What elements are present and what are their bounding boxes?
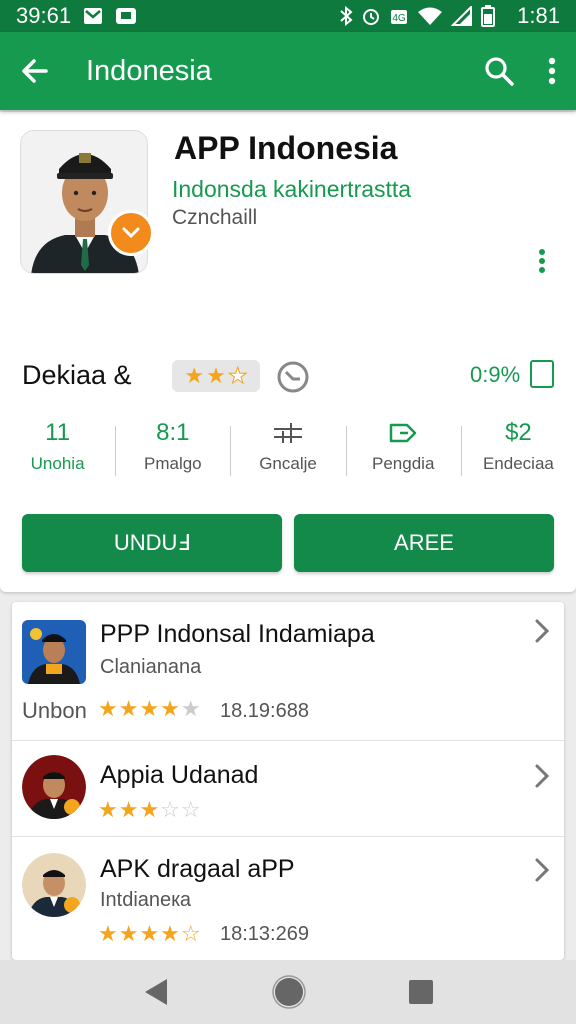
arrow-back-icon[interactable] [20, 56, 50, 86]
list-item[interactable]: Appia Udanad ★★★☆☆ [12, 740, 564, 836]
gmail-icon [84, 8, 103, 24]
list-item-meta: 18.19:688 [220, 700, 309, 722]
status-time-left: 39:61 [16, 3, 72, 28]
more-vert-icon[interactable] [548, 57, 556, 85]
rating-badge: ★ ★ ★ [172, 360, 260, 392]
stat-label: Pengdia [372, 454, 435, 473]
recents-nav-icon[interactable] [407, 978, 435, 1006]
sliders-icon [271, 418, 305, 448]
back-nav-icon[interactable] [141, 976, 171, 1008]
list-item-prefix: Unbon [22, 698, 87, 723]
stat-item: 11 Unohia [0, 418, 115, 488]
stat-value: 11 [45, 419, 71, 446]
rating-stars: ★★★☆☆ [98, 797, 202, 822]
app-developer-link[interactable]: Indonsda kakinertrastta [172, 176, 411, 203]
chevron-right-icon[interactable] [534, 857, 550, 891]
list-item[interactable]: APK dragaal aPP Intdianeкa ★★★★☆ 18:13:2… [12, 836, 564, 960]
chevron-right-icon[interactable] [534, 618, 550, 652]
section-title: Dekiaa & [22, 360, 132, 390]
stat-item: Pengdia [345, 418, 461, 488]
stat-item: Gncalje [230, 418, 345, 488]
battery-icon [481, 5, 496, 27]
status-bar: 39:61 4G 1:81 [0, 0, 576, 32]
alarm-icon [363, 9, 380, 25]
download-button[interactable]: UNDUℲ [22, 514, 282, 572]
rating-stars: ★★★★★ [98, 696, 202, 721]
data-icon: 4G [391, 10, 408, 24]
app-thumbnail [22, 755, 86, 819]
stat-item: 8:1 Pmalgo [115, 418, 230, 488]
share-button[interactable]: AREE [294, 514, 554, 572]
stat-label: Gncalje [259, 454, 317, 473]
system-nav-bar [0, 960, 576, 1024]
app-category: Cznchaill [172, 206, 258, 229]
list-item[interactable]: PPP Indonsal Indamiapa Clanianana Unbon … [12, 602, 564, 740]
chevron-down-icon[interactable] [108, 210, 154, 256]
tag-icon [388, 418, 418, 448]
home-nav-icon[interactable] [272, 975, 306, 1009]
bluetooth-icon [340, 6, 353, 26]
list-item-title: Appia Udanad [100, 761, 259, 789]
star-icon: ★ [206, 363, 226, 388]
chevron-right-icon[interactable] [534, 763, 550, 797]
star-outline-icon: ★ [227, 363, 248, 389]
wifi-icon [418, 7, 443, 25]
app-title: APP Indonesia [174, 130, 398, 166]
app-bar: Indonesia [0, 32, 576, 110]
stat-value: $2 [505, 419, 532, 446]
app-thumbnail [22, 620, 86, 684]
list-item-meta: 18:13:269 [220, 923, 309, 945]
svg-text:4G: 4G [393, 13, 407, 24]
status-time-right: 1:81 [517, 3, 560, 28]
stat-label: Pmalgo [143, 454, 202, 473]
section-value: 0:9% [470, 362, 521, 387]
search-icon[interactable] [484, 56, 514, 86]
stat-label: Unohia [30, 454, 85, 473]
clock-icon [277, 361, 309, 393]
list-item-title: APK dragaal aPP [100, 855, 295, 883]
list-item-title: PPP Indonsal Indamiapa [100, 620, 375, 648]
list-item-subtitle: Intdianeкa [100, 889, 192, 911]
app-bar-title: Indonesia [86, 54, 212, 87]
rating-stars: ★★★★☆ [98, 921, 202, 946]
signal-icon [451, 6, 473, 26]
list-item-subtitle: Clanianana [100, 656, 202, 678]
related-apps-list: PPP Indonsal Indamiapa Clanianana Unbon … [12, 602, 564, 960]
notification-icon [116, 8, 137, 24]
stat-label: Endeciaa [482, 454, 554, 473]
more-vert-icon[interactable] [538, 248, 546, 274]
star-icon: ★ [184, 363, 205, 388]
stat-value: 8:1 [156, 419, 190, 446]
checkbox-icon[interactable] [530, 360, 554, 388]
stat-item: $2 Endeciaa [460, 418, 576, 488]
app-thumbnail [22, 853, 86, 917]
stats-row: 11 Unohia 8:1 Pmalgo Gncalje Pengdia $2 … [0, 418, 576, 488]
